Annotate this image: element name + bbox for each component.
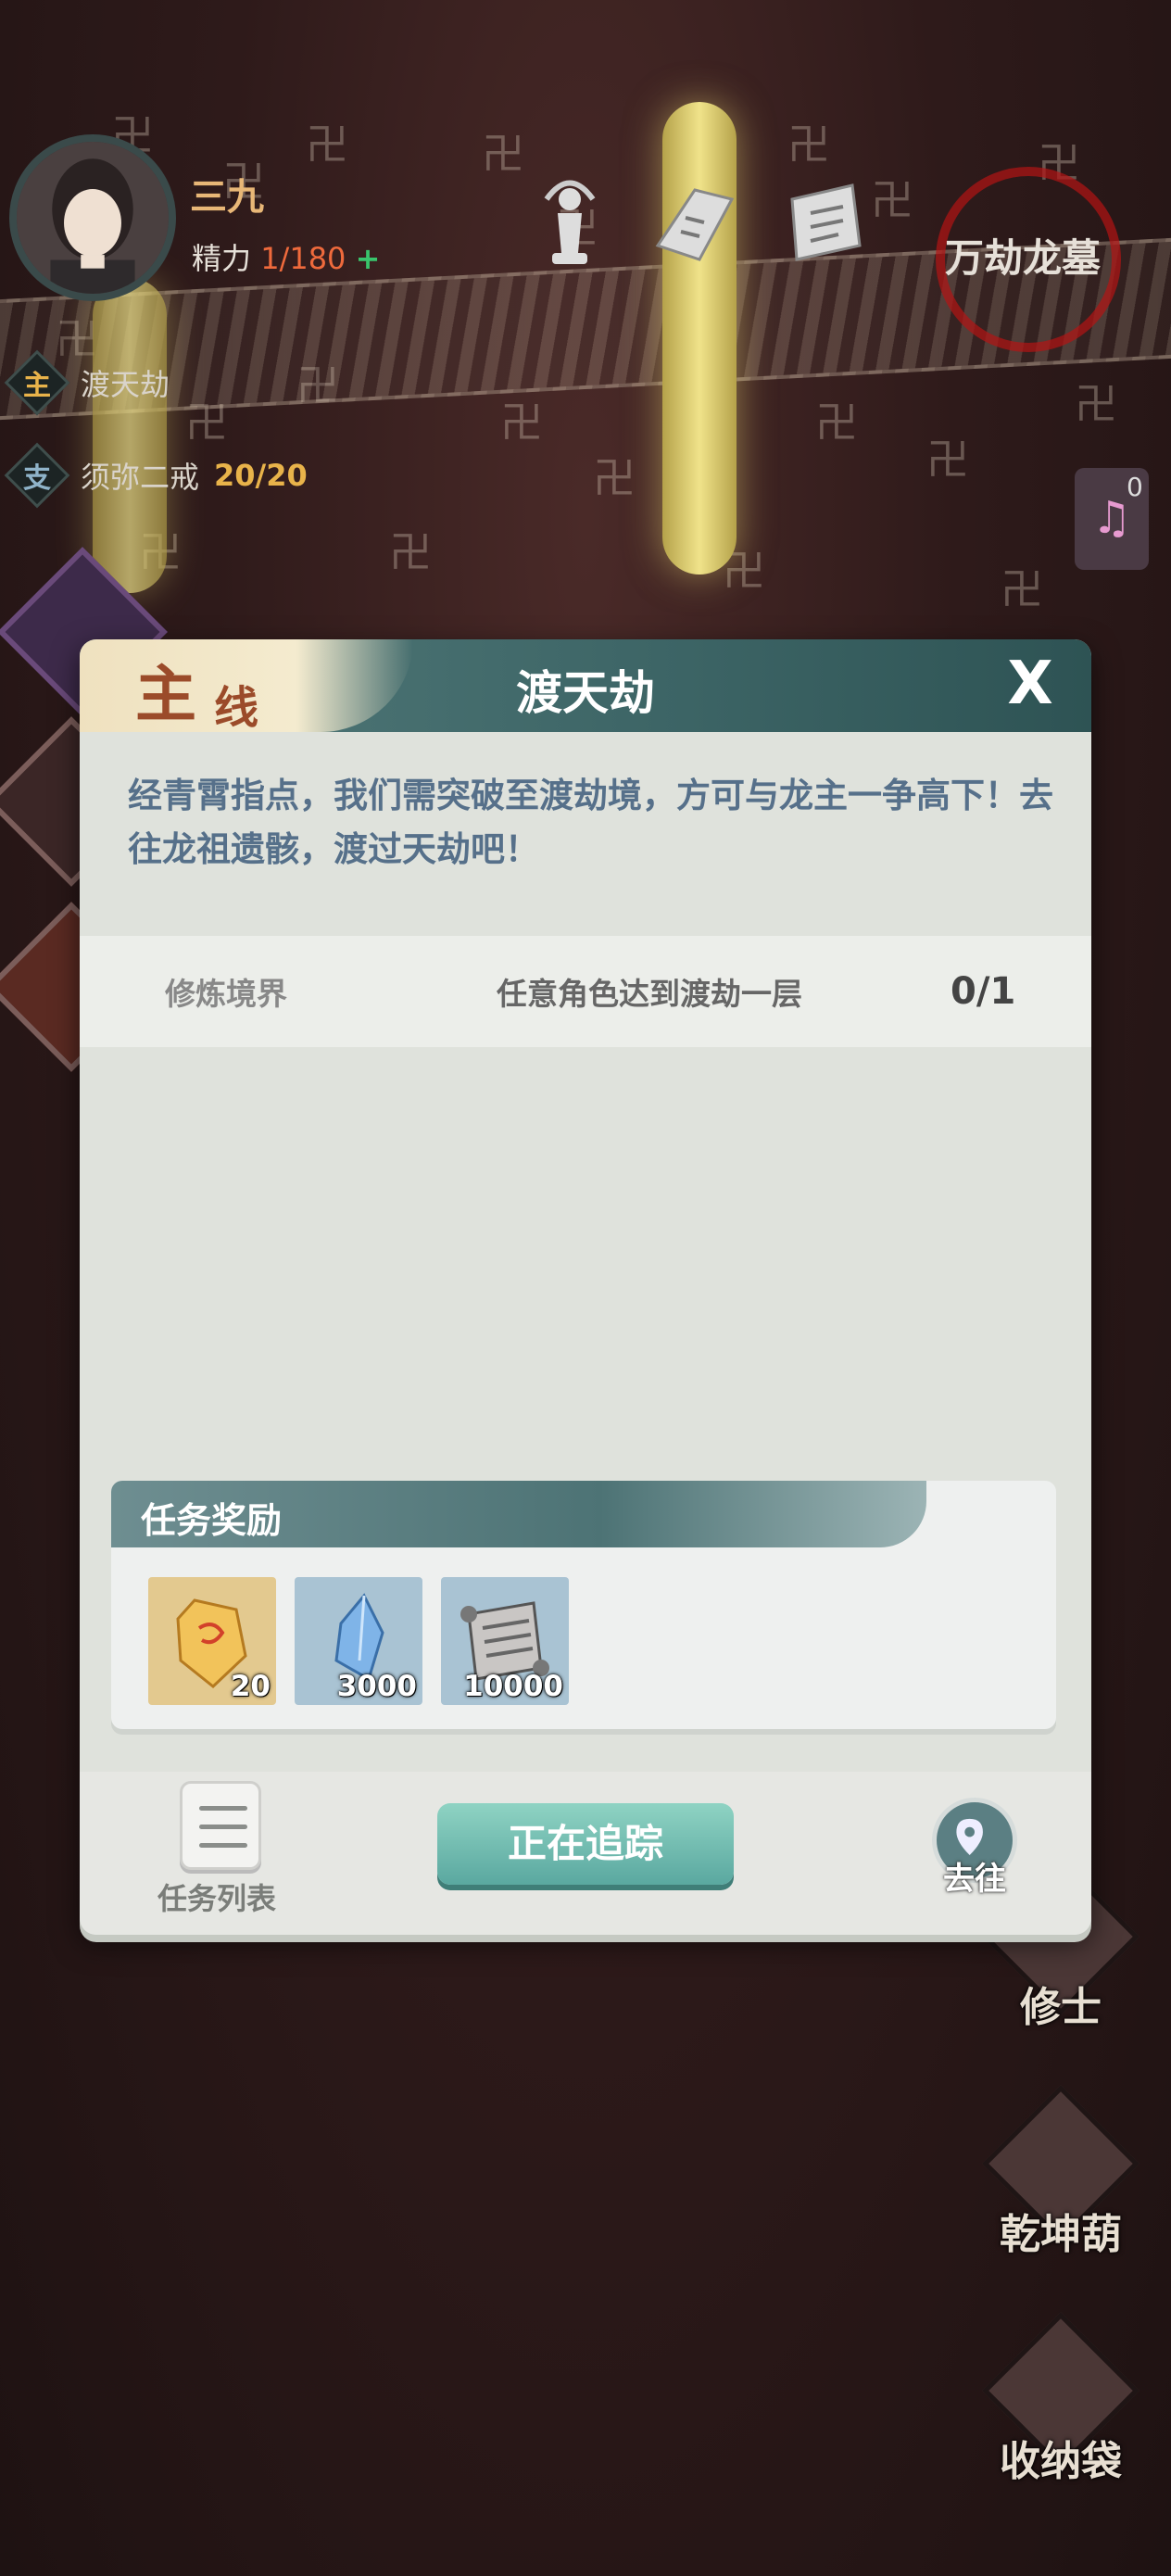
- side-quest-tag: 支: [4, 442, 70, 509]
- reward-panel: 任务奖励 20 3000 10000: [111, 1481, 1056, 1729]
- requirement-row: 修炼境界 任意角色达到渡劫一层 0/1: [80, 936, 1091, 1047]
- scroll-map-icon[interactable]: [648, 171, 741, 273]
- dialog-title: 渡天劫: [516, 666, 655, 720]
- music-count: 0: [1127, 472, 1143, 502]
- quest-list-label: 任务列表: [157, 1881, 277, 1916]
- reward-header: 任务奖励: [111, 1481, 926, 1547]
- energy-label: 精力: [192, 241, 252, 276]
- close-button[interactable]: X: [993, 647, 1067, 721]
- player-name: 三九: [190, 176, 264, 219]
- storage-bag-button[interactable]: 收纳袋: [982, 2312, 1140, 2485]
- quest-detail-dialog: 主 线 渡天劫 X 经青霄指点，我们需突破至渡劫境，方可与龙主一争高下！去往龙祖…: [80, 639, 1091, 1935]
- requirement-category: 修炼境界: [165, 976, 287, 1012]
- gourd-button[interactable]: 乾坤葫: [982, 2085, 1140, 2258]
- player-avatar[interactable]: [9, 134, 176, 301]
- reward-list: 20 3000 10000: [148, 1577, 569, 1705]
- go-to-button[interactable]: 去往: [910, 1798, 1039, 1899]
- quest-list-button[interactable]: 任务列表: [120, 1781, 276, 1918]
- quest-title: 须弥二戒: [81, 460, 200, 495]
- tracking-button[interactable]: 正在追踪: [437, 1803, 734, 1885]
- quest-tracker-main[interactable]: 主 渡天劫: [0, 349, 170, 416]
- music-widget[interactable]: ♫ 0: [1075, 468, 1149, 579]
- reward-qty: 3000: [336, 1670, 417, 1703]
- quest-description: 经青霄指点，我们需突破至渡劫境，方可与龙主一争高下！去往龙祖遗骸，渡过天劫吧！: [128, 776, 1053, 869]
- requirement-condition: 任意角色达到渡劫一层: [497, 976, 802, 1012]
- quest-count: 20/20: [214, 458, 308, 493]
- chess-piece-icon[interactable]: [528, 171, 611, 273]
- reward-qty: 10000: [463, 1670, 563, 1703]
- location-name[interactable]: 万劫龙墓: [945, 227, 1101, 284]
- storage-bag-label: 收纳袋: [1000, 2438, 1122, 2485]
- go-to-label: 去往: [943, 1861, 1006, 1898]
- dialog-footer: 任务列表 正在追踪 去往: [80, 1772, 1091, 1935]
- quest-tracker-side[interactable]: 支 须弥二戒 20/20: [0, 442, 308, 509]
- cultivator-label: 修士: [1020, 1984, 1102, 2031]
- list-icon: [180, 1781, 261, 1870]
- requirement-progress: 0/1: [951, 970, 1016, 1013]
- reward-item[interactable]: 3000: [295, 1577, 422, 1705]
- main-quest-tag: 主: [4, 349, 70, 416]
- reward-item[interactable]: 20: [148, 1577, 276, 1705]
- reward-item[interactable]: 10000: [441, 1577, 569, 1705]
- quest-title: 渡天劫: [81, 367, 170, 402]
- light-pillar-left: [93, 278, 167, 593]
- energy-display: 精力 1/180 +: [192, 235, 380, 278]
- reward-qty: 20: [230, 1670, 271, 1703]
- reward-title: 任务奖励: [141, 1500, 283, 1541]
- add-energy-button[interactable]: +: [356, 241, 381, 276]
- gourd-label: 乾坤葫: [1000, 2211, 1122, 2258]
- paper-scroll-icon[interactable]: [778, 171, 871, 273]
- energy-value: 1/180: [260, 241, 346, 276]
